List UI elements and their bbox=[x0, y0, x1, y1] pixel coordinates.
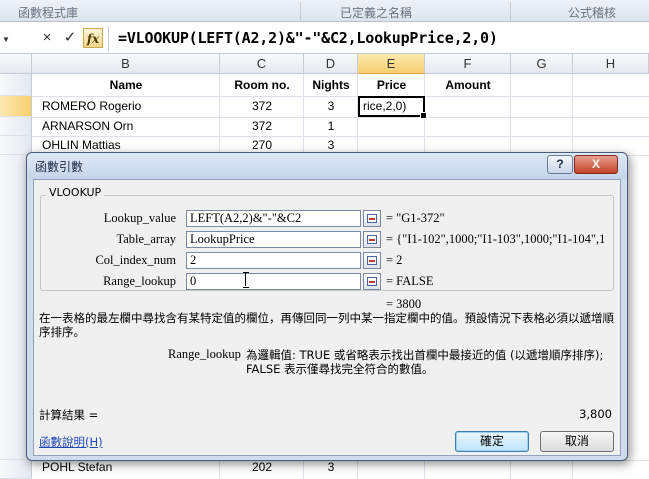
row-header[interactable] bbox=[0, 74, 32, 96]
column-header-c[interactable]: C bbox=[220, 54, 304, 74]
collapse-dialog-icon[interactable] bbox=[363, 273, 381, 290]
range-lookup-input[interactable]: 0 bbox=[186, 273, 361, 290]
function-help-link[interactable]: 函數說明(H) bbox=[39, 434, 103, 450]
collapse-dialog-icon[interactable] bbox=[363, 231, 381, 248]
function-name: VLOOKUP bbox=[46, 186, 105, 199]
active-cell-price[interactable]: rice,2,0) bbox=[358, 96, 427, 119]
collapse-dialog-icon[interactable] bbox=[363, 252, 381, 269]
cell-nights[interactable]: 1 bbox=[304, 117, 358, 136]
overall-result: = 3800 bbox=[386, 297, 422, 311]
select-all-corner[interactable] bbox=[0, 54, 32, 74]
column-header-e[interactable]: E bbox=[358, 54, 425, 74]
cell-name[interactable]: ROMERO Rogerio bbox=[42, 97, 141, 116]
column-header-f[interactable]: F bbox=[425, 54, 511, 74]
cell-name[interactable]: ARNARSON Orn bbox=[42, 117, 133, 136]
lookup-value-input[interactable]: LEFT(A2,2)&"-"&C2 bbox=[186, 210, 361, 227]
arg-result-lookup-value: = "G1-372" bbox=[386, 211, 445, 225]
header-name: Name bbox=[109, 78, 143, 92]
help-button[interactable]: ? bbox=[547, 155, 573, 174]
column-header-d[interactable]: D bbox=[304, 54, 358, 74]
arg-label-range-lookup: Range_lookup bbox=[103, 274, 176, 288]
calc-result-value: 3,800 bbox=[579, 407, 612, 421]
row-header[interactable] bbox=[0, 136, 32, 155]
calc-result-label: 計算結果 = bbox=[39, 408, 99, 422]
dialog-titlebar[interactable]: 函數引數 ? X bbox=[27, 153, 627, 179]
ribbon-group-defined-names: 已定義之名稱 bbox=[340, 6, 413, 20]
header-amount: Amount bbox=[445, 78, 491, 92]
column-header-b[interactable]: B bbox=[32, 54, 220, 74]
header-price: Price bbox=[376, 78, 407, 92]
header-nights: Nights bbox=[312, 78, 350, 92]
arg-label-lookup-value: Lookup_value bbox=[103, 211, 176, 225]
arg-result-table-array: = {"I1-102",1000;"I1-103",1000;"I1-104",… bbox=[386, 232, 606, 246]
text-cursor-icon bbox=[243, 272, 249, 288]
ok-button[interactable]: 確定 bbox=[455, 431, 529, 452]
arg-label-col-index-num: Col_index_num bbox=[95, 253, 176, 267]
cell-room[interactable]: 372 bbox=[220, 97, 304, 116]
row-header[interactable] bbox=[0, 117, 32, 136]
header-room: Room no. bbox=[234, 78, 290, 92]
name-box-dropdown-icon[interactable]: ▼ bbox=[2, 35, 10, 44]
arg-label-table-array: Table_array bbox=[116, 232, 176, 246]
row-header-active[interactable] bbox=[0, 96, 32, 117]
ribbon-group-formula-auditing: 公式稽核 bbox=[568, 6, 617, 20]
enter-icon[interactable]: ✓ bbox=[60, 28, 80, 48]
col-index-num-input[interactable]: 2 bbox=[186, 252, 361, 269]
row-header[interactable] bbox=[0, 460, 32, 479]
function-arguments-dialog: 函數引數 ? X VLOOKUP Lookup_value LEFT(A2,2)… bbox=[26, 152, 628, 461]
formula-bar: ▼ × ✓ fx =VLOOKUP(LEFT(A2,2)&"-"&C2,Look… bbox=[0, 23, 649, 54]
cancel-icon[interactable]: × bbox=[37, 28, 57, 48]
column-header-g[interactable]: G bbox=[511, 54, 573, 74]
table-array-input[interactable]: LookupPrice bbox=[186, 231, 361, 248]
formula-input[interactable]: =VLOOKUP(LEFT(A2,2)&"-"&C2,LookupPrice,2… bbox=[118, 29, 498, 47]
arg-result-col-index-num: = 2 bbox=[386, 253, 403, 267]
dialog-title: 函數引數 bbox=[35, 160, 84, 174]
insert-function-icon[interactable]: fx bbox=[83, 28, 103, 48]
cell-room[interactable]: 372 bbox=[220, 117, 304, 136]
column-header-h[interactable]: H bbox=[573, 54, 649, 74]
cancel-button[interactable]: 取消 bbox=[540, 431, 614, 452]
arg-help-name: Range_lookup bbox=[168, 347, 241, 361]
collapse-dialog-icon[interactable] bbox=[363, 210, 381, 227]
function-description: 在一表格的最左欄中尋找含有某特定值的欄位，再傳回同一列中某一指定欄中的值。預設情… bbox=[39, 311, 614, 339]
arg-help-line2: FALSE 表示僅尋找完全符合的數值。 bbox=[246, 362, 434, 376]
cell-nights[interactable]: 3 bbox=[304, 97, 358, 116]
close-button[interactable]: X bbox=[574, 155, 618, 174]
dialog-body: VLOOKUP Lookup_value LEFT(A2,2)&"-"&C2 =… bbox=[33, 179, 621, 456]
ribbon-group-labels: 函數程式庫 已定義之名稱 公式稽核 bbox=[0, 0, 649, 22]
ribbon-group-function-library: 函數程式庫 bbox=[18, 6, 79, 20]
arg-result-range-lookup: = FALSE bbox=[386, 274, 434, 288]
